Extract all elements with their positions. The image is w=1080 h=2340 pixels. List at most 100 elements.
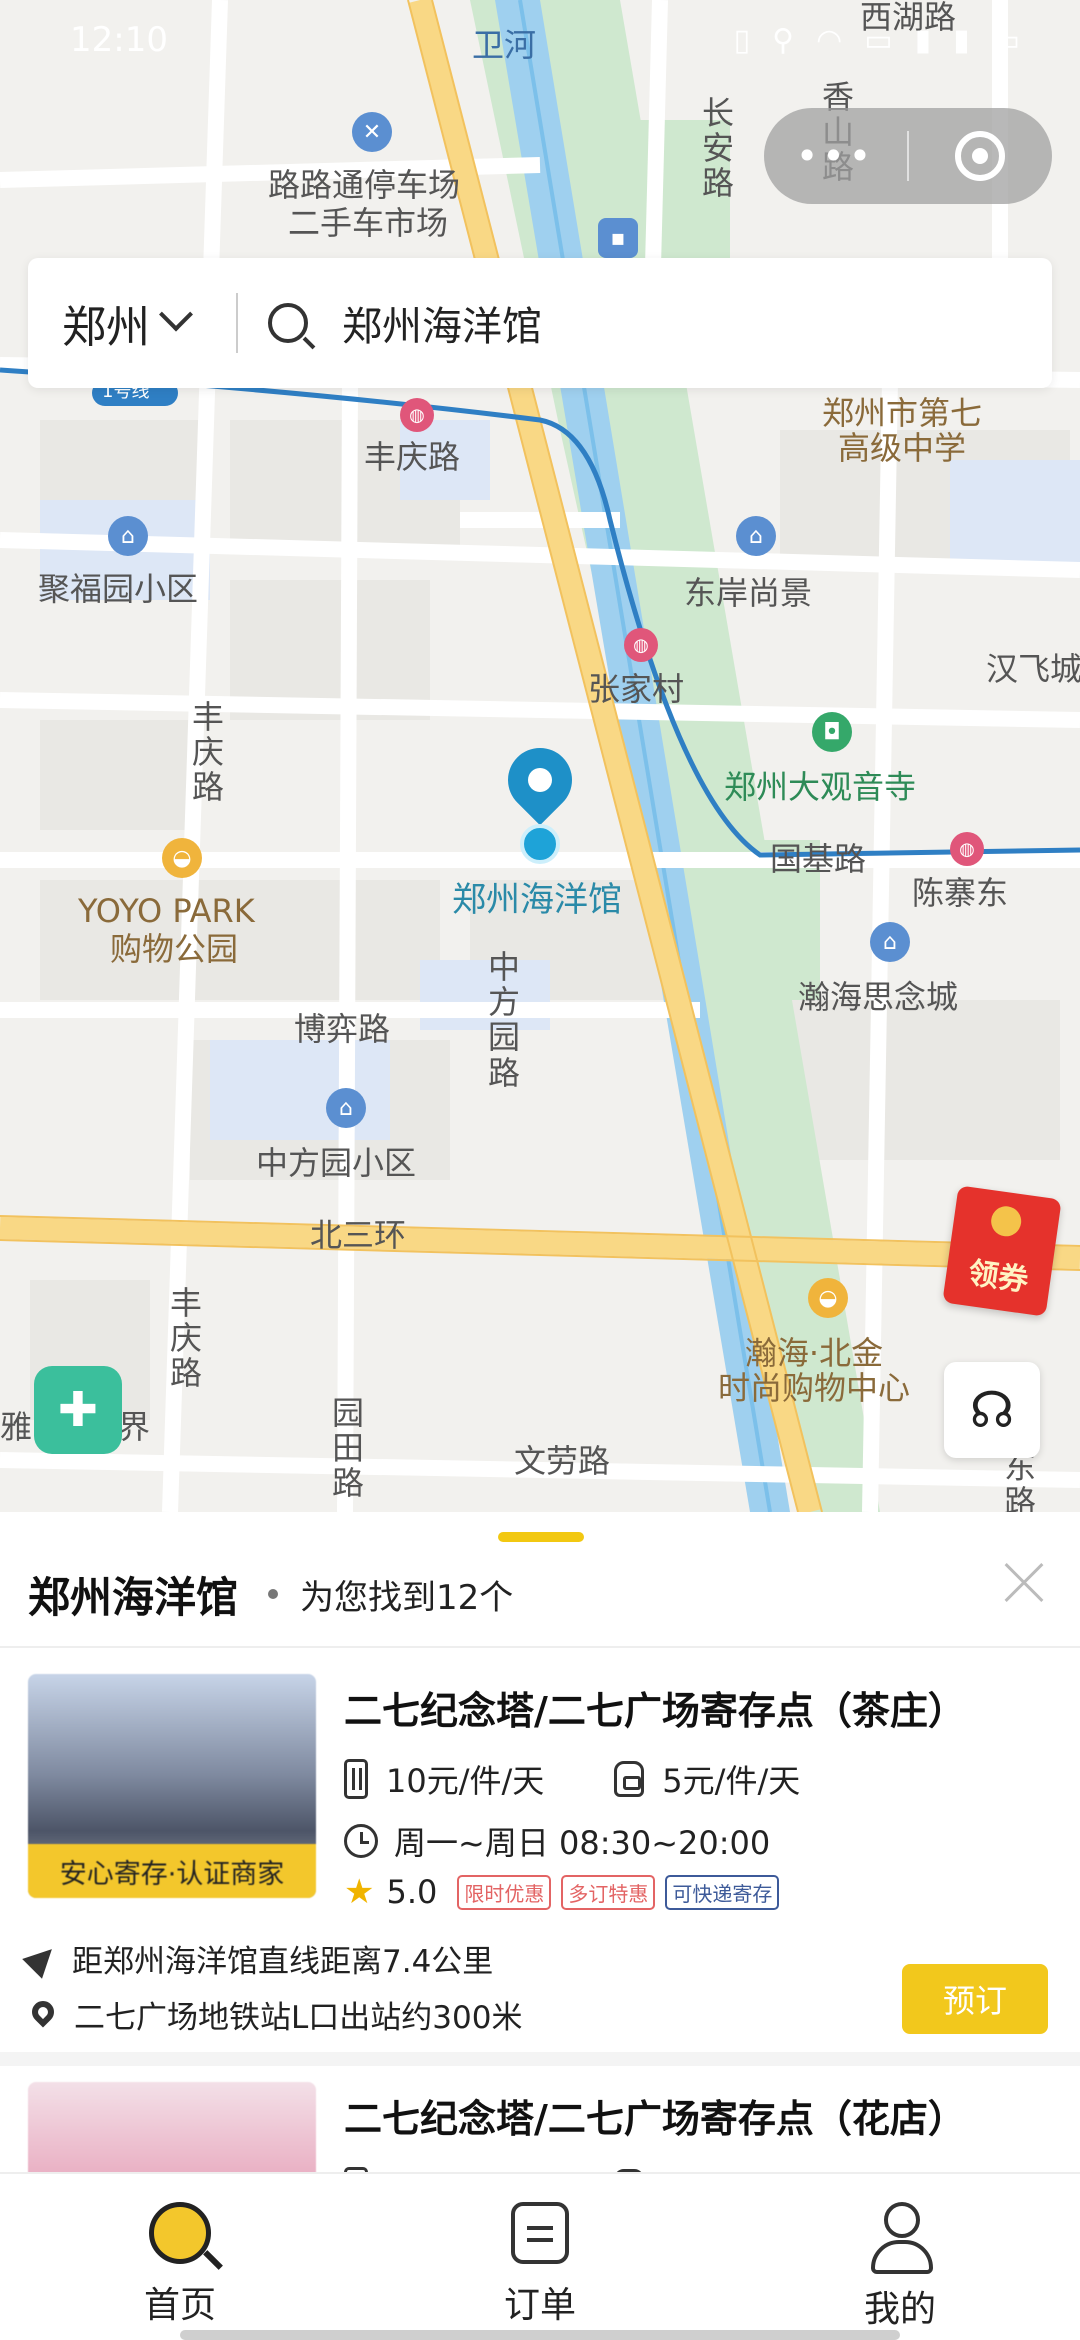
map-label-school: 郑州市第七 高级中学 [822,394,983,468]
tab-profile-label: 我的 [863,2289,936,2330]
store-name: 二七纪念塔/二七广场寄存点（茶庄） [344,1689,966,1733]
map-label-usedcar: 二手车市场 [288,204,449,242]
search-divider [236,293,238,353]
map-label-chenzhaidong: 陈寨东 [912,874,1009,912]
map-label-temple: 郑州大观音寺 [724,768,917,806]
home-indicator[interactable] [180,2330,900,2340]
map-label-fengqinglu-vertical-2: 丰庆路 [169,1284,202,1393]
close-miniprogram-button[interactable] [909,131,1052,181]
map-label-donganshangjing: 东岸尚景 [684,574,813,612]
map-label-yuantianlu: 园田路 [331,1394,364,1503]
results-place: 郑州海洋馆 [28,1572,239,1622]
bus-stop-icon[interactable]: ▪ [598,218,638,258]
coupon-button[interactable]: 领券 [942,1185,1062,1317]
map-label-jie: 界 [118,1408,151,1446]
shield-plus-icon: ✚ [57,1382,99,1438]
map-label-guojilu: 国基路 [770,840,867,878]
map-label-hanhaisinian: 瀚海思念城 [798,978,959,1016]
map-label-jufuyuan: 聚福园小区 [38,570,199,608]
order-icon [511,2202,569,2264]
tag-multi-order: 多订特惠 [561,1874,656,1910]
status-time: 12:10 [70,20,168,60]
residential-poi-icon[interactable]: ⌂ [736,516,776,556]
map-label-boyilu: 博弈路 [294,1010,391,1048]
tab-home[interactable]: 首页 [0,2174,360,2340]
map-label-fengqinglu-vertical: 丰庆路 [191,698,224,807]
map-label-yoyo-cn: 购物公园 [110,930,239,968]
destination-marker-icon [520,824,560,864]
location-row: 二七广场地铁站L口出站约300米 [27,1992,523,2037]
store-photo: 安心寄存·认证商家 [28,1674,316,1898]
location-text: 二七广场地铁站L口出站约300米 [74,2000,523,2036]
destination-pin-icon[interactable] [494,734,586,832]
distance-row: 距郑州海洋馆直线距离7.4公里 [22,1936,494,1981]
price-small: 5元/件/天 [662,1762,801,1800]
home-search-icon [149,2202,211,2264]
residential-poi-icon[interactable]: ⌂ [326,1088,366,1128]
clock-icon [344,1824,378,1858]
opening-hours: 周一~周日 08:30~20:00 [394,1824,771,1862]
headset-icon: ☊ [969,1381,1015,1439]
safety-shield-button[interactable]: ✚ [34,1366,122,1454]
map-label-changanlu: 长安路 [701,94,734,203]
store-name: 二七纪念塔/二七广场寄存点（花店） [344,2097,966,2141]
map-label-destination: 郑州海洋馆 [452,880,622,920]
hours-row: 周一~周日 08:30~20:00 [344,1818,770,1864]
tab-profile[interactable]: 我的 [720,2174,1080,2340]
map-label-yajie: 雅 [0,1408,33,1446]
residential-poi-icon[interactable]: ⌂ [870,922,910,962]
rating-value: 5.0 [386,1873,438,1911]
temple-poi-icon[interactable]: ◘ [812,712,852,752]
battery-icon: ▭ [991,22,1020,58]
search-input[interactable]: 郑州海洋馆 [342,294,542,352]
star-icon: ★ [344,1872,375,1912]
distance-text: 距郑州海洋馆直线距离7.4公里 [72,1944,494,1980]
city-name: 郑州 [62,302,150,353]
divider [0,1646,1080,1648]
tag-limited-offer: 限时优惠 [457,1874,552,1910]
map-label-beisanhuan: 北三环 [310,1216,407,1254]
tag-express: 可快递寄存 [665,1874,780,1910]
rating-row: ★ 5.0 限时优惠 多订特惠 可快递寄存 [344,1872,780,1912]
map-label-fengqinglu-station: 丰庆路 [364,438,461,476]
bottom-tab-bar: 首页 订单 我的 [0,2172,1080,2340]
residential-poi-icon[interactable]: ⌂ [108,516,148,556]
tab-orders[interactable]: 订单 [360,2174,720,2340]
map-label-dong: 东 路 [1004,1448,1037,1512]
map-label-hanhai-mall: 瀚海·北金 时尚购物中心 [718,1334,911,1408]
parking-poi-icon[interactable]: ✕ [352,112,392,152]
metro-station-icon[interactable]: ◍ [950,832,984,866]
results-count: 为您找到12个 [300,1577,514,1618]
map-view[interactable]: ✕ ▪ ◍ ⌂ ⌂ ◍ ◘ ◒ ◍ ⌂ ⌂ ◒ 卫河 西湖路 长安路 香山路 路… [0,0,1080,1512]
miniprogram-capsule: ••• [764,108,1052,204]
suitcase-icon [344,1759,368,1799]
coupon-label: 领券 [966,1255,1031,1299]
metro-station-icon[interactable]: ◍ [400,398,434,432]
customer-service-button[interactable]: ☊ [944,1362,1040,1458]
location-pin-icon [27,1995,59,2028]
mall-poi-icon[interactable]: ◒ [162,838,202,878]
profile-icon [869,2202,933,2274]
results-sheet: 郑州海洋馆 为您找到12个 安心寄存·认证商家 二七纪念塔/二七广场寄存点（茶庄… [0,1512,1080,2306]
tab-home-label: 首页 [143,2285,216,2326]
card-separator [0,2052,1080,2066]
backpack-icon [614,1761,645,1797]
metro-station-icon[interactable]: ◍ [624,628,658,662]
map-label-zhongfangyuanlu: 中方园路 [487,948,520,1092]
status-bar: 12:10 ▯ ⚲ ◠ ▭ ▮ ▮ ▭ [0,0,1080,80]
mall-poi-icon[interactable]: ◒ [808,1278,848,1318]
map-label-zhangjiacun: 张家村 [588,670,685,708]
target-icon [955,131,1006,181]
price-row: 10元/件/天 5元/件/天 [344,1756,800,1802]
search-bar: 郑州 郑州海洋馆 [28,258,1052,388]
map-label-zhongfangyuan: 中方园小区 [256,1144,417,1182]
certified-badge: 安心寄存·认证商家 [28,1844,316,1898]
more-menu-button[interactable]: ••• [764,134,907,178]
results-header: 郑州海洋馆 为您找到12个 [0,1542,1080,1646]
sheet-drag-handle[interactable] [498,1532,584,1542]
city-selector[interactable]: 郑州 [28,291,236,355]
close-icon[interactable] [998,1558,1048,1608]
book-button[interactable]: 预订 [902,1964,1048,2034]
chevron-down-icon [159,297,193,332]
map-label-wenfanglu: 文劳路 [514,1442,611,1480]
